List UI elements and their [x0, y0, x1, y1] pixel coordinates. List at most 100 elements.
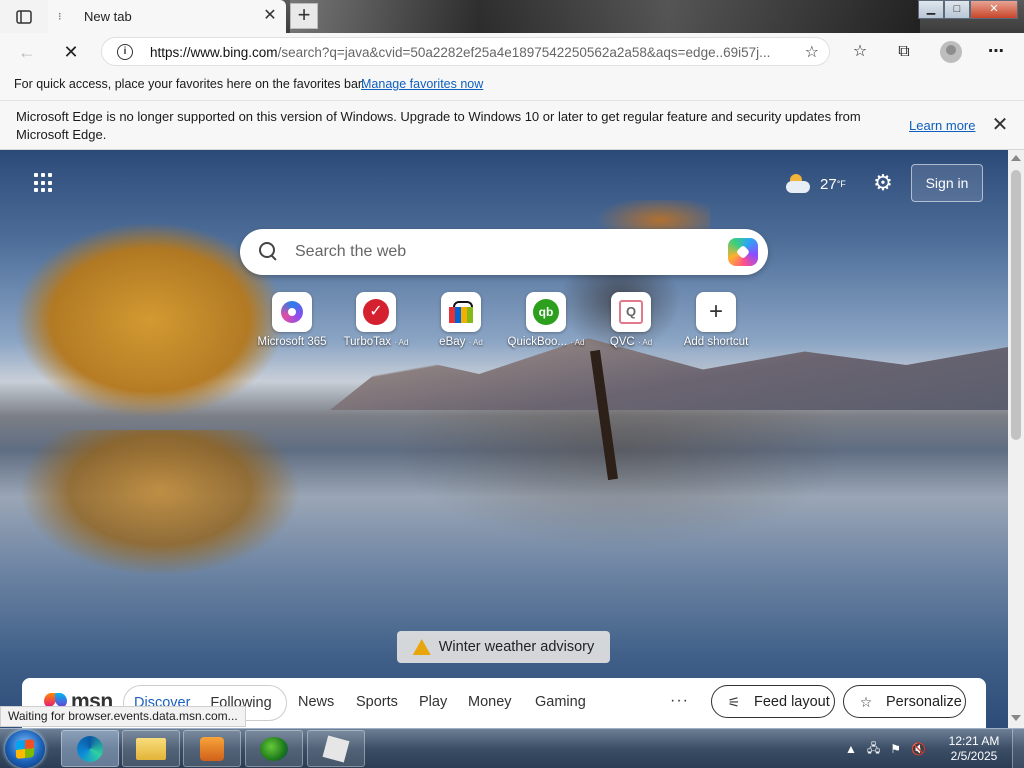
download-manager-icon	[260, 736, 288, 761]
ad-tag: · Ad	[637, 338, 653, 347]
shortcut-label: Microsoft 365	[257, 336, 327, 348]
address-url[interactable]: https://www.bing.com/search?q=java&cvid=…	[150, 45, 798, 60]
shortcut-label: QuickBoo...	[507, 336, 567, 348]
scroll-up-arrow-icon[interactable]	[1011, 155, 1021, 161]
settings-more-icon[interactable]: ⋯	[985, 41, 1007, 63]
tab-actions-button[interactable]	[0, 0, 48, 33]
advisory-label: Winter weather advisory	[438, 639, 595, 655]
status-bubble: Waiting for browser.events.data.msn.com.…	[0, 706, 246, 727]
sign-in-button[interactable]: Sign in	[911, 164, 983, 202]
title-bar-background	[290, 0, 920, 33]
background-tree-trunk	[575, 350, 635, 480]
close-window-button[interactable]: ✕	[970, 0, 1018, 19]
tab-new-tab[interactable]: ⁝ New tab ✕	[48, 0, 286, 33]
folder-icon	[136, 737, 166, 760]
category-sports[interactable]: Sports	[356, 694, 419, 710]
shortcut-quickbooks[interactable]: qb QuickBoo... · Ad	[504, 292, 588, 348]
category-money[interactable]: Money	[468, 694, 535, 710]
address-bar[interactable]: i https://www.bing.com/search?q=java&cvi…	[101, 37, 830, 66]
browser-toolbar: ← ✕ i https://www.bing.com/search?q=java…	[0, 33, 1024, 70]
volume-muted-icon[interactable]: 🔇	[911, 742, 926, 756]
weather-unit: °F	[836, 179, 846, 189]
show-desktop-button[interactable]	[1012, 729, 1024, 768]
warning-icon	[412, 639, 431, 655]
scrollbar-thumb[interactable]	[1011, 170, 1021, 440]
microsoft-365-icon	[281, 301, 303, 323]
taskbar-explorer[interactable]	[122, 730, 180, 767]
taskbar-download-manager[interactable]	[245, 730, 303, 767]
shortcut-label: Add shortcut	[683, 336, 749, 348]
quick-links: Microsoft 365 ✓ TurboTax · Ad eBay · Ad …	[250, 292, 770, 356]
shortcut-ebay[interactable]: eBay · Ad	[419, 292, 503, 348]
page-scrollbar[interactable]	[1008, 150, 1024, 728]
maximize-button[interactable]: □	[944, 0, 970, 19]
collections-icon[interactable]: ⧉	[893, 41, 915, 63]
category-news[interactable]: News	[298, 694, 356, 710]
weather-widget[interactable]: 27 °F	[786, 170, 846, 198]
more-categories-icon[interactable]: ···	[670, 692, 689, 710]
site-info-icon[interactable]: i	[117, 44, 133, 60]
shortcut-microsoft-365[interactable]: Microsoft 365	[250, 292, 334, 348]
favorites-bar-message: For quick access, place your favorites h…	[14, 77, 365, 91]
action-center-flag-icon[interactable]: ⚑	[890, 742, 901, 756]
add-shortcut-button[interactable]: + Add shortcut	[674, 292, 758, 348]
shortcut-label: TurboTax	[343, 336, 392, 348]
turbotax-tile: ✓	[356, 292, 396, 332]
roblox-icon	[322, 735, 350, 762]
minimize-button[interactable]: ▁	[918, 0, 944, 19]
web-search-box[interactable]	[240, 229, 768, 275]
taskbar-edge[interactable]	[61, 730, 119, 767]
infobar-message: Microsoft Edge is no longer supported on…	[16, 109, 861, 142]
window-controls: ▁ □ ✕	[918, 0, 1020, 19]
scroll-down-arrow-icon[interactable]	[1011, 715, 1021, 721]
windows-taskbar: ▲ 🖧 ⚑ 🔇 12:21 AM 2/5/2025	[0, 728, 1024, 768]
shortcut-qvc[interactable]: Q QVC · Ad	[589, 292, 673, 348]
taskbar-roblox[interactable]	[307, 730, 365, 767]
qvc-icon: Q	[619, 300, 643, 324]
learn-more-link[interactable]: Learn more	[909, 118, 975, 133]
title-bar: ⁝ New tab ✕ + ▁ □ ✕	[0, 0, 1024, 33]
add-shortcut-tile: +	[696, 292, 736, 332]
category-play[interactable]: Play	[419, 694, 468, 710]
search-input[interactable]	[295, 240, 695, 264]
feed-categories: News Sports Play Money Gaming	[298, 694, 586, 710]
start-button[interactable]	[5, 730, 45, 768]
quickbooks-icon: qb	[533, 299, 559, 325]
plus-icon: +	[708, 298, 723, 325]
sliders-icon: ⚟	[727, 693, 741, 710]
taskbar-media-player[interactable]	[183, 730, 241, 767]
copilot-icon[interactable]	[728, 238, 758, 266]
network-icon[interactable]: 🖧	[867, 739, 880, 760]
search-icon	[259, 242, 277, 260]
qvc-tile: Q	[611, 292, 651, 332]
new-tab-button[interactable]: +	[290, 3, 318, 29]
ad-tag: · Ad	[570, 338, 585, 347]
edge-icon	[77, 735, 103, 762]
shortcut-label: QVC	[609, 336, 635, 348]
page-settings-gear-icon[interactable]: ⚙	[871, 171, 895, 195]
close-tab-icon[interactable]: ✕	[262, 8, 278, 24]
weather-advisory-button[interactable]: Winter weather advisory	[397, 631, 610, 663]
feed-layout-button[interactable]: ⚟ Feed layout	[711, 685, 835, 718]
back-arrow-icon[interactable]: ←	[14, 39, 40, 65]
show-hidden-icons-icon[interactable]: ▲	[845, 742, 857, 756]
profile-avatar[interactable]	[940, 41, 962, 63]
shortcut-turbotax[interactable]: ✓ TurboTax · Ad	[334, 292, 418, 348]
sparkle-star-icon: ☆	[859, 693, 873, 710]
manage-favorites-link[interactable]: Manage favorites now	[361, 77, 483, 91]
close-infobar-icon[interactable]: ✕	[990, 115, 1010, 135]
microsoft-365-tile	[272, 292, 312, 332]
partly-cloudy-icon	[786, 174, 812, 194]
url-path: /search?q=java&cvid=50a2282ef25a4e189754…	[277, 45, 771, 60]
favorites-icon[interactable]: ☆	[849, 41, 871, 63]
ad-tag: · Ad	[394, 338, 409, 347]
add-favorite-icon[interactable]: ☆	[805, 42, 819, 62]
stop-loading-icon[interactable]: ✕	[58, 39, 84, 65]
weather-temperature: 27	[820, 175, 837, 193]
taskbar-clock[interactable]: 12:21 AM 2/5/2025	[944, 734, 1004, 764]
category-gaming[interactable]: Gaming	[535, 694, 586, 710]
turbotax-icon: ✓	[363, 299, 389, 325]
clock-time: 12:21 AM	[948, 734, 1000, 748]
personalize-button[interactable]: ☆ Personalize	[843, 685, 966, 718]
app-launcher-icon[interactable]	[34, 173, 54, 193]
